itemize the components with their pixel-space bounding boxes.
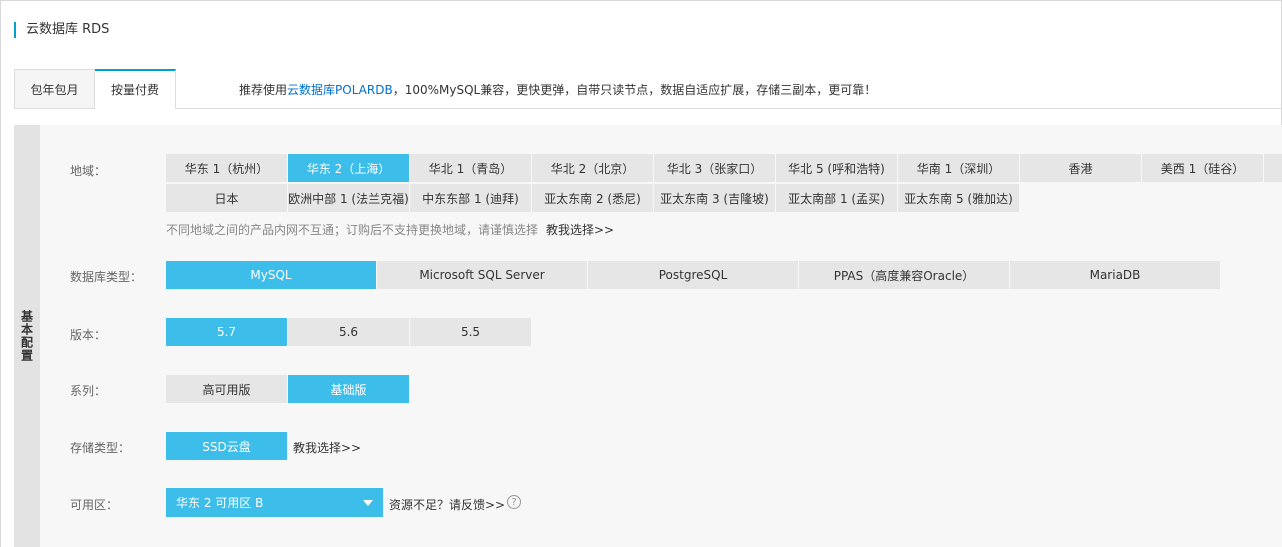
region-option[interactable]: 中东东部 1 (迪拜) bbox=[410, 184, 531, 212]
question-circle-icon[interactable]: ? bbox=[507, 495, 521, 509]
region-option[interactable]: 华南 1（深圳） bbox=[898, 154, 1019, 182]
region-option-partial[interactable] bbox=[1264, 154, 1282, 182]
series-label: 系列： bbox=[70, 384, 107, 398]
page-title: 云数据库 RDS bbox=[14, 22, 109, 38]
db-type-option[interactable]: MariaDB bbox=[1010, 261, 1220, 289]
basic-config-section: 基本配置 地域： 华东 1（杭州） 华东 2（上海） 华北 1（青岛） 华北 2… bbox=[14, 125, 1282, 547]
region-help-link[interactable]: 教我选择>> bbox=[546, 221, 614, 238]
region-option[interactable]: 美西 1（硅谷） bbox=[1142, 154, 1263, 182]
region-option[interactable]: 亚太东南 2 (悉尼) bbox=[532, 184, 653, 212]
db-type-option-selected[interactable]: MySQL bbox=[166, 261, 376, 289]
region-option[interactable]: 日本 bbox=[166, 184, 287, 212]
db-type-label: 数据库类型： bbox=[70, 270, 143, 284]
region-option[interactable]: 亚太南部 1 (孟买) bbox=[776, 184, 897, 212]
version-label: 版本： bbox=[70, 328, 107, 342]
section-title: 基本配置 bbox=[19, 310, 34, 362]
zone-feedback-link[interactable]: 资源不足？请反馈>> bbox=[389, 496, 505, 513]
promo-prefix: 推荐使用 bbox=[239, 83, 288, 97]
region-option[interactable]: 香港 bbox=[1020, 154, 1141, 182]
region-option[interactable]: 亚太东南 5 (雅加达) bbox=[898, 184, 1019, 212]
series-option[interactable]: 高可用版 bbox=[166, 375, 287, 403]
db-type-option[interactable]: Microsoft SQL Server bbox=[377, 261, 587, 289]
promo-banner: 推荐使用云数据库POLARDB，100%MySQL兼容，更快更弹，自带只读节点，… bbox=[239, 81, 876, 98]
storage-label: 存储类型： bbox=[70, 441, 131, 455]
zone-select-value: 华东 2 可用区 B bbox=[176, 496, 264, 510]
promo-polardb-link[interactable]: 云数据库POLARDB bbox=[287, 83, 393, 97]
section-side-title: 基本配置 bbox=[14, 125, 40, 547]
version-option[interactable]: 5.6 bbox=[288, 318, 409, 346]
zone-label: 可用区： bbox=[70, 498, 119, 512]
region-option[interactable]: 华北 3（张家口） bbox=[654, 154, 775, 182]
storage-option-selected[interactable]: SSD云盘 bbox=[166, 432, 287, 460]
region-option[interactable]: 华北 2（北京） bbox=[532, 154, 653, 182]
chevron-down-icon bbox=[363, 500, 373, 506]
version-option-selected[interactable]: 5.7 bbox=[166, 318, 287, 346]
storage-help-link[interactable]: 教我选择>> bbox=[293, 439, 361, 456]
series-option-selected[interactable]: 基础版 bbox=[288, 375, 409, 403]
region-option[interactable]: 华北 1（青岛） bbox=[410, 154, 531, 182]
region-option[interactable]: 亚太东南 3 (吉隆坡) bbox=[654, 184, 775, 212]
db-type-option[interactable]: PPAS（高度兼容Oracle） bbox=[799, 261, 1009, 289]
region-option[interactable]: 华北 5 (呼和浩特) bbox=[776, 154, 897, 182]
region-note: 不同地域之间的产品内网不互通；订购后不支持更换地域，请谨慎选择 bbox=[166, 223, 539, 237]
zone-select[interactable]: 华东 2 可用区 B bbox=[166, 488, 383, 517]
billing-tabs: 包年包月 按量付费 bbox=[14, 69, 176, 109]
tab-subscription[interactable]: 包年包月 bbox=[14, 69, 95, 109]
region-label: 地域： bbox=[70, 164, 107, 178]
promo-suffix: ，100%MySQL兼容，更快更弹，自带只读节点，数据自适应扩展，存储三副本，更… bbox=[392, 83, 877, 97]
version-option[interactable]: 5.5 bbox=[410, 318, 531, 346]
region-option[interactable]: 欧洲中部 1 (法兰克福) bbox=[288, 184, 409, 212]
region-option-selected[interactable]: 华东 2（上海） bbox=[288, 154, 409, 182]
tab-pay-as-you-go[interactable]: 按量付费 bbox=[95, 69, 176, 109]
db-type-option[interactable]: PostgreSQL bbox=[588, 261, 798, 289]
region-option[interactable]: 华东 1（杭州） bbox=[166, 154, 287, 182]
tabs-divider bbox=[175, 108, 1281, 109]
